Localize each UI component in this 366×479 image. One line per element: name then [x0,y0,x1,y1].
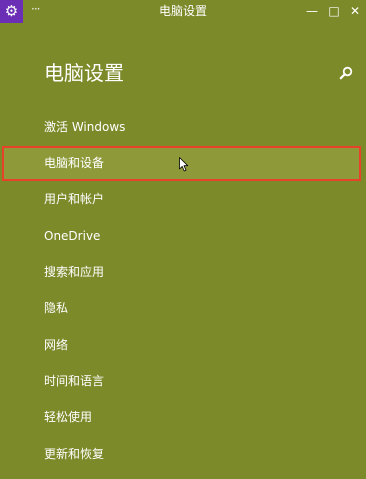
maximize-button[interactable]: □ [325,3,343,19]
search-icon[interactable] [339,66,353,80]
menu-item-network[interactable]: 网络 [44,337,68,353]
menu-item-pc-and-devices[interactable]: 电脑和设备 [44,155,104,171]
pc-settings-window: ⚙ ··· 电脑设置 — □ ✕ 电脑设置 激活 Windows 电脑和设备 用… [0,0,366,479]
minimize-button[interactable]: — [303,3,321,19]
menu-item-update-and-recovery[interactable]: 更新和恢复 [44,446,104,462]
title-bar[interactable]: ⚙ ··· 电脑设置 — □ ✕ [0,0,366,23]
menu-item-privacy[interactable]: 隐私 [44,300,68,316]
menu-item-activate-windows[interactable]: 激活 Windows [44,119,125,135]
menu-item-accounts[interactable]: 用户和帐户 [44,191,104,207]
menu-item-search-and-apps[interactable]: 搜索和应用 [44,264,104,280]
mouse-cursor-icon [179,157,189,172]
menu-item-onedrive[interactable]: OneDrive [44,228,100,244]
close-button[interactable]: ✕ [346,3,364,19]
page-title: 电脑设置 [44,61,124,85]
menu-item-time-and-language[interactable]: 时间和语言 [44,373,104,389]
menu-item-ease-of-access[interactable]: 轻松使用 [44,409,92,425]
